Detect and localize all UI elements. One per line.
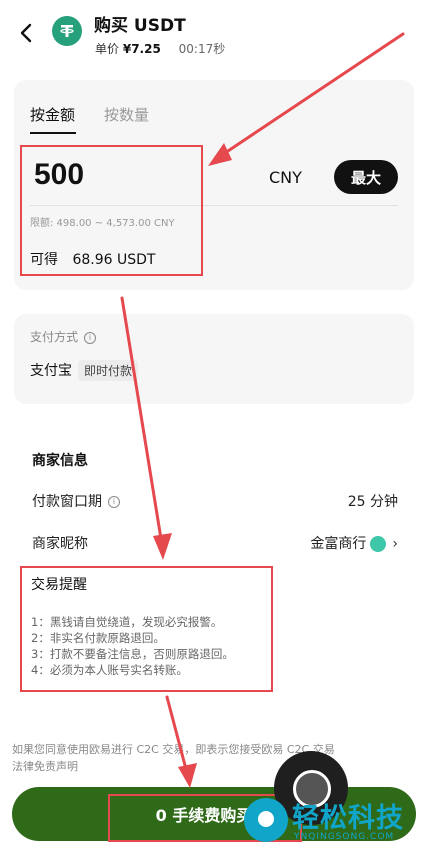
- disclaimer-link[interactable]: 法律免责声明: [12, 758, 412, 775]
- usdt-coin-icon: [52, 16, 82, 46]
- disclaimer-line-1: 如果您同意使用欧易进行 C2C 交易，即表示您接受欧易 C2C 交易: [12, 743, 335, 756]
- verified-merchant-icon: [370, 536, 387, 552]
- payment-method-name: 支付宝: [30, 363, 72, 379]
- amount-input[interactable]: 500: [34, 158, 84, 192]
- header: 购买 USDT 单价 ¥7.25 00:17秒: [0, 0, 427, 70]
- payment-window-label: 付款窗口期: [32, 494, 102, 510]
- price-label: 单价: [95, 42, 120, 56]
- payment-window-row: 付款窗口期 i 25 分钟: [32, 491, 398, 511]
- merchant-nickname[interactable]: 金富商行 ›: [310, 533, 398, 553]
- merchant-nickname-row[interactable]: 商家昵称 金富商行 ›: [32, 533, 398, 553]
- payment-method-card[interactable]: 支付方式 i 支付宝 即时付款: [14, 314, 414, 404]
- trade-notice-title: 交易提醒: [31, 577, 87, 593]
- watermark-text: 轻松科技: [292, 803, 404, 834]
- back-arrow-icon[interactable]: [16, 20, 38, 46]
- receive-line: 可得 68.96 USDT: [30, 249, 155, 269]
- receive-value: 68.96 USDT: [72, 252, 156, 268]
- watermark-logo-icon: [244, 798, 288, 842]
- watermark-subtext: YNQINGSONG.COM: [294, 832, 395, 842]
- instant-pay-tag: 即时付款: [78, 360, 139, 381]
- page-title: 购买 USDT: [94, 16, 186, 36]
- list-item: 4：必须为本人账号实名转账。: [31, 663, 188, 677]
- merchant-nickname-label: 商家昵称: [32, 536, 88, 552]
- currency-label: CNY: [269, 168, 302, 187]
- info-icon[interactable]: i: [84, 331, 97, 344]
- price-line: 单价 ¥7.25 00:17秒: [95, 40, 225, 57]
- merchant-info-title: 商家信息: [32, 453, 88, 469]
- order-card: 按金额 按数量 500 CNY 最大 限额: 498.00 ~ 4,573.00…: [14, 80, 414, 290]
- merchant-nickname-value: 金富商行: [310, 536, 367, 552]
- receive-label: 可得: [30, 252, 58, 268]
- list-item: 3：打款不要备注信息，否则原路退回。: [31, 647, 234, 661]
- divider: [30, 205, 398, 206]
- payment-method-value: 支付宝 即时付款: [30, 360, 139, 381]
- max-button[interactable]: 最大: [334, 160, 398, 194]
- payment-method-label: 支付方式 i: [30, 328, 97, 345]
- info-icon[interactable]: i: [108, 496, 120, 508]
- disclaimer-text: 如果您同意使用欧易进行 C2C 交易，即表示您接受欧易 C2C 交易 法律免责声…: [12, 741, 412, 775]
- chevron-right-icon: ›: [392, 536, 398, 552]
- payment-method-label-text: 支付方式: [30, 330, 79, 344]
- list-item: 2：非实名付款原路退回。: [31, 631, 165, 645]
- list-item: 1：黑钱请自觉绕道，发现必究报警。: [31, 615, 223, 629]
- trade-notice-list: 1：黑钱请自觉绕道，发现必究报警。 2：非实名付款原路退回。 3：打款不要备注信…: [31, 614, 234, 678]
- limit-text: 限额: 498.00 ~ 4,573.00 CNY: [30, 218, 175, 229]
- tab-by-quantity[interactable]: 按数量: [104, 104, 174, 125]
- countdown-timer: 00:17秒: [178, 42, 226, 56]
- price-value: ¥7.25: [122, 42, 161, 56]
- payment-window-value: 25 分钟: [347, 494, 398, 510]
- tab-by-amount[interactable]: 按金额: [30, 104, 100, 134]
- watermark: 轻松科技 YNQINGSONG.COM: [240, 792, 427, 850]
